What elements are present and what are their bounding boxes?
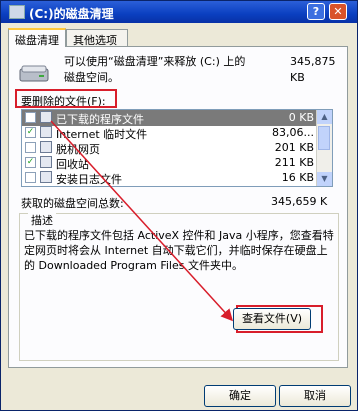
window-title: (C:)的磁盘清理 bbox=[29, 7, 114, 21]
description-group: 描述 已下载的程序文件包括 ActiveX 控件和 Java 小程序，您查看特定… bbox=[19, 212, 339, 361]
scroll-down-arrow-icon[interactable]: ▼ bbox=[317, 172, 332, 186]
view-files-button[interactable]: 查看文件(V) bbox=[233, 308, 311, 330]
help-button[interactable]: ? bbox=[307, 3, 325, 20]
tab-disk-cleanup[interactable]: 磁盘清理 bbox=[8, 28, 66, 47]
list-item-size: 0 KB bbox=[288, 111, 314, 124]
list-item-name: 安装日志文件 bbox=[56, 173, 122, 186]
checkbox-checked[interactable]: ✓ bbox=[25, 127, 36, 138]
list-item-size: 83,06... bbox=[272, 126, 314, 139]
scroll-up-arrow-icon[interactable]: ▲ bbox=[317, 110, 332, 124]
files-label-highlight bbox=[15, 89, 117, 108]
checkbox-checked[interactable]: ✓ bbox=[25, 157, 36, 168]
list-item[interactable]: ✓ Internet 临时文件 83,06... bbox=[22, 125, 318, 141]
tab-more-options[interactable]: 其他选项 bbox=[66, 29, 128, 47]
list-item[interactable]: ✓ 回收站 211 KB bbox=[22, 155, 318, 171]
internet-icon bbox=[40, 126, 52, 138]
list-item[interactable]: 脱机网页 201 KB bbox=[22, 140, 318, 156]
scroll-thumb[interactable] bbox=[318, 126, 330, 150]
list-item[interactable]: 已下载的程序文件 0 KB bbox=[22, 110, 318, 126]
reclaimable-size: 345,875 KB bbox=[290, 55, 336, 84]
checkbox[interactable] bbox=[25, 172, 36, 183]
total-space-label: 获取的磁盘空间总数: bbox=[21, 197, 124, 210]
offline-page-icon bbox=[40, 141, 52, 153]
list-item[interactable]: 安装日志文件 16 KB bbox=[22, 170, 318, 186]
disk-cleanup-window: (C:)的磁盘清理 ? ✕ 磁盘清理 其他选项 可以使用“磁盘清理”来释放 (C… bbox=[0, 0, 358, 411]
close-button[interactable]: ✕ bbox=[329, 3, 347, 20]
total-space-value: 345,659 K bbox=[271, 195, 328, 208]
list-item-size: 201 KB bbox=[274, 141, 314, 154]
hard-drive-icon bbox=[19, 65, 49, 82]
drive-icon bbox=[9, 5, 25, 19]
recycle-bin-icon bbox=[40, 156, 52, 168]
list-item-size: 211 KB bbox=[274, 156, 314, 169]
log-file-icon bbox=[40, 171, 52, 183]
ok-button[interactable]: 确定 bbox=[204, 385, 276, 407]
file-list[interactable]: 已下载的程序文件 0 KB ✓ Internet 临时文件 83,06... 脱… bbox=[21, 109, 333, 187]
title-bar[interactable]: (C:)的磁盘清理 ? ✕ bbox=[1, 1, 357, 23]
cancel-button[interactable]: 取消 bbox=[279, 385, 351, 407]
description-text: 已下载的程序文件包括 ActiveX 控件和 Java 小程序，您查看特定网页时… bbox=[24, 229, 334, 272]
intro-text: 可以使用“磁盘清理”来释放 (C:) 上的 345,875 KB 磁盘空间。 bbox=[64, 54, 344, 86]
list-item-size: 16 KB bbox=[281, 171, 314, 184]
checkbox[interactable] bbox=[25, 142, 36, 153]
checkbox[interactable] bbox=[25, 112, 36, 123]
description-title: 描述 bbox=[28, 212, 56, 228]
list-scrollbar[interactable]: ▲ ▼ bbox=[316, 110, 332, 186]
folder-icon bbox=[40, 111, 52, 123]
